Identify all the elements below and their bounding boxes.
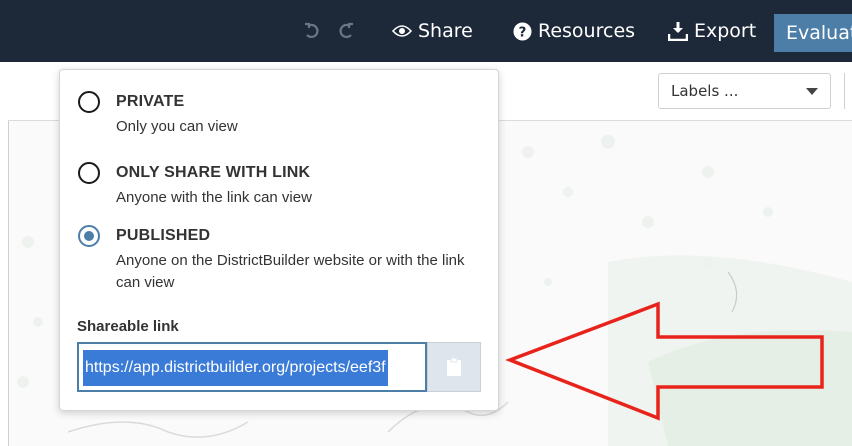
toolbar-divider — [844, 73, 845, 109]
export-label: Export — [694, 20, 757, 42]
eye-icon — [392, 25, 412, 37]
svg-text:?: ? — [519, 25, 527, 40]
option-title: PRIVATE — [116, 93, 185, 110]
share-label: Share — [418, 20, 473, 42]
share-button[interactable]: Share — [392, 14, 473, 48]
copy-link-button[interactable] — [427, 342, 481, 392]
option-description: Anyone on the DistrictBuilder website or… — [116, 252, 465, 291]
clipboard-icon — [447, 358, 461, 376]
published-radio[interactable] — [78, 225, 100, 247]
option-description: Only you can view — [116, 118, 238, 135]
redo-icon[interactable] — [336, 14, 356, 48]
top-navigation-bar: Share ? Resources Export Evaluat — [0, 0, 852, 62]
option-title: PUBLISHED — [116, 227, 211, 244]
shareable-link-value: https://app.districtbuilder.org/projects… — [83, 350, 388, 386]
shareable-link-field[interactable]: https://app.districtbuilder.org/projects… — [77, 342, 427, 392]
question-circle-icon: ? — [513, 21, 532, 41]
link-only-radio[interactable] — [78, 162, 100, 184]
annotation-arrow — [505, 301, 824, 421]
option-description: Anyone with the link can view — [116, 189, 312, 206]
labels-select-value: Labels ... — [671, 82, 739, 100]
resources-button[interactable]: ? Resources — [513, 14, 635, 48]
share-dropdown-panel: PRIVATE Only you can view ONLY SHARE WIT… — [59, 69, 499, 411]
undo-icon[interactable] — [302, 14, 322, 48]
export-button[interactable]: Export — [668, 14, 756, 48]
option-title: ONLY SHARE WITH LINK — [116, 164, 311, 181]
shareable-link-label: Shareable link — [77, 318, 179, 335]
resources-label: Resources — [538, 20, 636, 42]
labels-select[interactable]: Labels ... — [658, 73, 831, 109]
chevron-down-icon — [806, 88, 818, 95]
evaluate-label: Evaluat — [786, 22, 852, 44]
private-radio[interactable] — [78, 91, 100, 113]
download-icon — [668, 22, 688, 41]
evaluate-button[interactable]: Evaluat — [774, 14, 852, 52]
